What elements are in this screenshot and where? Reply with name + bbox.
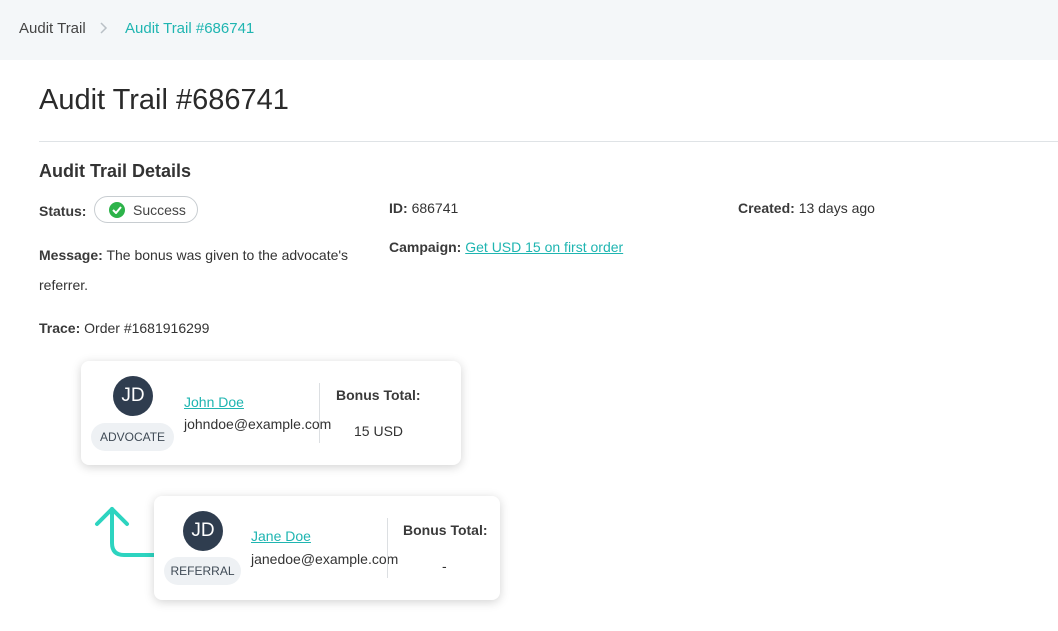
trace-field: Trace: Order #1681916299 (39, 320, 209, 336)
referral-arrow-icon (92, 503, 156, 559)
section-title: Audit Trail Details (39, 161, 192, 181)
message-field: Message: The bonus was given to the advo… (39, 247, 379, 300)
created-value: 13 days ago (798, 200, 875, 216)
breadcrumb-current: Audit Trail #686741 (125, 20, 255, 37)
title-divider (39, 141, 1058, 142)
id-label: ID: (389, 200, 408, 216)
message-line-2: referrer. (39, 277, 89, 293)
card-divider (319, 383, 320, 443)
message-line-1: The bonus was given to the advocate's (106, 247, 349, 263)
campaign-field: Campaign: Get USD 15 on first order (389, 239, 623, 255)
referral-email: janedoe@example.com (251, 551, 399, 567)
trace-value: Order #1681916299 (84, 320, 210, 336)
role-badge: ADVOCATE (91, 423, 174, 451)
bonus-total-label: Bonus Total: (403, 522, 488, 538)
breadcrumb-bar: Audit Trail Audit Trail #686741 (0, 0, 1058, 60)
bonus-total-value: 15 USD (354, 423, 404, 439)
advocate-card: JD ADVOCATE John Doe johndoe@example.com… (81, 361, 461, 465)
referral-card: JD REFERRAL Jane Doe janedoe@example.com… (154, 496, 500, 600)
avatar: JD (113, 376, 153, 416)
check-circle-icon (109, 201, 125, 218)
role-badge: REFERRAL (164, 557, 241, 585)
campaign-label: Campaign: (389, 239, 462, 255)
id-field: ID: 686741 (389, 200, 458, 216)
breadcrumb-root-link[interactable]: Audit Trail (19, 20, 86, 37)
bonus-total-label: Bonus Total: (336, 387, 421, 403)
message-label: Message: (39, 247, 103, 263)
created-field: Created: 13 days ago (738, 200, 875, 216)
breadcrumb-separator-icon (99, 21, 108, 37)
trace-label: Trace: (39, 320, 81, 336)
created-label: Created: (738, 200, 795, 216)
referral-name-link[interactable]: Jane Doe (251, 528, 311, 544)
status-label: Status: (39, 203, 87, 219)
avatar: JD (183, 511, 223, 551)
advocate-email: johndoe@example.com (184, 416, 332, 432)
status-badge: Success (94, 196, 198, 223)
advocate-name-link[interactable]: John Doe (184, 394, 244, 410)
id-value: 686741 (411, 200, 459, 216)
campaign-link[interactable]: Get USD 15 on first order (465, 239, 623, 255)
bonus-total-value: - (442, 558, 447, 574)
status-value: Success (133, 201, 186, 218)
page-title: Audit Trail #686741 (39, 84, 289, 116)
status-field: Status: (39, 203, 86, 219)
card-divider (387, 518, 388, 578)
